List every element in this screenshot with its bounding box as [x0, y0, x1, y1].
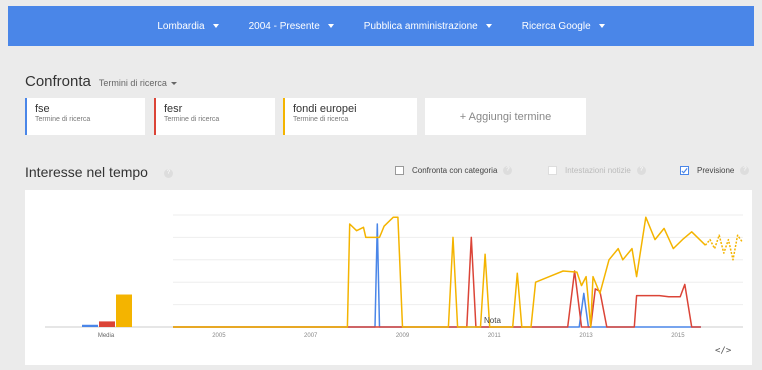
- x-tick-label: 2011: [488, 333, 502, 339]
- section-title-text: Interesse nel tempo: [25, 164, 148, 180]
- term-color-bar: [25, 98, 27, 135]
- term-card-fondi-europei[interactable]: fondi europei Termine di ricerca: [283, 98, 417, 135]
- average-bar: [99, 321, 115, 327]
- chevron-down-icon: [485, 24, 492, 28]
- checkbox-icon: [548, 166, 557, 175]
- category-filter[interactable]: Pubblica amministrazione: [364, 21, 492, 32]
- checkbox-checked-icon: [680, 166, 689, 175]
- help-icon[interactable]: ?: [163, 168, 173, 178]
- forecast-label: Previsione: [697, 166, 735, 175]
- chevron-down-icon: [170, 81, 177, 85]
- average-bar: [116, 294, 132, 327]
- headlines-label: Intestazioni notizie: [565, 166, 631, 175]
- add-term-button[interactable]: + Aggiungi termine: [425, 98, 586, 135]
- x-tick-label: 2015: [671, 333, 685, 339]
- compare-type-dropdown[interactable]: Termini di ricerca: [99, 78, 177, 88]
- average-label: Media: [98, 333, 115, 339]
- filter-bar: Lombardia 2004 - Presente Pubblica ammin…: [8, 6, 754, 46]
- term-type: Termine di ricerca: [164, 116, 220, 123]
- series-line: [173, 223, 701, 328]
- term-name: fesr: [164, 103, 183, 115]
- note-annotation: Nota: [484, 316, 501, 325]
- search-type-filter[interactable]: Ricerca Google: [522, 21, 605, 32]
- compare-title: Confronta: [25, 73, 91, 90]
- help-icon[interactable]: ?: [740, 166, 750, 175]
- average-bar: [82, 324, 98, 327]
- headlines-option[interactable]: Intestazioni notizie ?: [548, 166, 646, 175]
- help-icon[interactable]: ?: [636, 166, 646, 175]
- term-card-fesr[interactable]: fesr Termine di ricerca: [154, 98, 275, 135]
- chevron-down-icon: [212, 24, 219, 28]
- checkbox-icon: [395, 166, 404, 175]
- section-title: Interesse nel tempo ?: [25, 164, 173, 180]
- help-icon[interactable]: ?: [503, 166, 513, 175]
- forecast-option[interactable]: Previsione ?: [680, 166, 750, 175]
- term-name: fondi europei: [293, 103, 357, 115]
- x-tick-label: 2005: [212, 333, 226, 339]
- term-type: Termine di ricerca: [293, 116, 349, 123]
- compare-type-label: Termini di ricerca: [98, 78, 167, 88]
- chevron-down-icon: [598, 24, 605, 28]
- search-type-filter-label: Ricerca Google: [521, 20, 591, 32]
- term-type: Termine di ricerca: [35, 116, 91, 123]
- region-filter[interactable]: Lombardia: [157, 20, 219, 32]
- compare-category-option[interactable]: Confronta con categoria ?: [395, 166, 513, 175]
- period-filter[interactable]: 2004 - Presente: [249, 21, 334, 32]
- compare-category-label: Confronta con categoria: [412, 166, 498, 175]
- series-line: [173, 216, 706, 328]
- chevron-down-icon: [327, 24, 334, 28]
- term-color-bar: [283, 98, 285, 135]
- series-line: [704, 234, 743, 261]
- x-tick-label: 2013: [579, 333, 593, 339]
- term-name: fse: [35, 103, 50, 115]
- region-filter-label: Lombardia: [157, 20, 205, 32]
- category-filter-label: Pubblica amministrazione: [363, 20, 478, 32]
- period-filter-label: 2004 - Presente: [248, 20, 320, 32]
- chart-svg: Media 2005 2007 2009 2011 2013 2015 Nota: [45, 214, 743, 339]
- embed-code-icon[interactable]: </>: [715, 346, 731, 356]
- x-tick-label: 2009: [396, 333, 410, 339]
- term-card-fse[interactable]: fse Termine di ricerca: [25, 98, 145, 135]
- interest-over-time-chart: Media 2005 2007 2009 2011 2013 2015 Nota </>: [25, 190, 752, 365]
- term-color-bar: [154, 98, 156, 135]
- x-tick-label: 2007: [304, 333, 318, 339]
- compare-header: Confronta Termini di ricerca: [25, 73, 177, 90]
